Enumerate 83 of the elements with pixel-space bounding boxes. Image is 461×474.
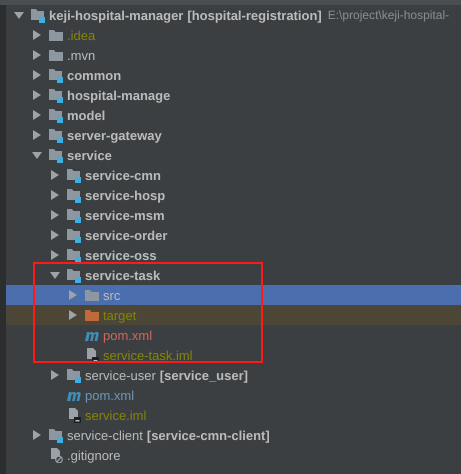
module-name: [service_user] [160, 368, 248, 382]
tree-item[interactable]: service-task [6, 265, 461, 285]
tree-label: service-task.iml [103, 348, 193, 362]
folder-icon [48, 27, 64, 43]
tree-label: service-hosp [85, 188, 166, 202]
module-folder-icon [66, 367, 82, 383]
project-path: E:\project\keji-hospital- [328, 8, 450, 22]
tree-label: .gitignore [67, 448, 120, 462]
tree-label: pom.xml [103, 328, 152, 342]
expand-arrow-icon[interactable] [50, 190, 60, 200]
tree-item[interactable]: service-oss [6, 245, 461, 265]
module-folder-icon [30, 7, 46, 23]
expand-arrow-icon[interactable] [50, 210, 60, 220]
expand-arrow-icon[interactable] [50, 170, 60, 180]
module-folder-icon [48, 67, 64, 83]
module-folder-icon [66, 167, 82, 183]
tree-item[interactable]: service [6, 145, 461, 165]
expand-arrow-icon[interactable] [50, 370, 60, 380]
module-folder-icon [48, 127, 64, 143]
tree-item[interactable]: service-order [6, 225, 461, 245]
tree-item[interactable]: service-msm [6, 205, 461, 225]
folder-icon [48, 47, 64, 63]
tree-label: .idea [67, 28, 96, 42]
expand-arrow-icon[interactable] [68, 310, 78, 320]
tree-label: server-gateway [67, 128, 162, 142]
tree-label: service-task [85, 268, 160, 282]
tree-item[interactable]: pom.xml [6, 325, 461, 345]
expand-arrow-icon[interactable] [50, 230, 60, 240]
module-folder-icon [48, 427, 64, 443]
tree-item[interactable]: service-hosp [6, 185, 461, 205]
ignore-file-icon [48, 447, 64, 463]
tree-label: model [67, 108, 106, 122]
tree-item[interactable]: server-gateway [6, 125, 461, 145]
tree-label: pom.xml [85, 388, 134, 402]
tree-label: service [67, 148, 112, 162]
module-folder-icon [66, 227, 82, 243]
tree-item[interactable]: .mvn [6, 45, 461, 65]
tree-label: keji-hospital-manager [49, 8, 184, 22]
module-folder-icon [66, 207, 82, 223]
tree-label: target [103, 308, 136, 322]
expand-arrow-icon[interactable] [32, 110, 42, 120]
tree-item[interactable]: service-cmn [6, 165, 461, 185]
tree-label: service-oss [85, 248, 157, 262]
module-folder-icon [48, 87, 64, 103]
tree-item[interactable]: keji-hospital-manager [hospital-registration] E:\project\keji-hospital- [6, 5, 461, 25]
expand-arrow-icon[interactable] [32, 430, 42, 440]
file-icon [84, 347, 100, 363]
tree-label: .mvn [67, 48, 96, 62]
module-folder-icon [48, 147, 64, 163]
tree-label: service-msm [85, 208, 164, 222]
collapse-arrow-icon[interactable] [14, 10, 24, 20]
expand-arrow-icon[interactable] [32, 70, 42, 80]
tree-item[interactable]: service-user [service_user] [6, 365, 461, 385]
module-name: [hospital-registration] [187, 8, 322, 22]
folder-icon [84, 287, 100, 303]
tree-item[interactable]: common [6, 65, 461, 85]
expand-arrow-icon[interactable] [32, 30, 42, 40]
tree-label: service-order [85, 228, 168, 242]
expand-arrow-icon[interactable] [50, 250, 60, 260]
module-folder-icon [66, 267, 82, 283]
tree-item[interactable]: service-client [service-cmn-client] [6, 425, 461, 445]
file-icon [66, 407, 82, 423]
tree-label: hospital-manage [67, 88, 170, 102]
module-name: [service-cmn-client] [146, 428, 270, 442]
tree-item[interactable]: pom.xml [6, 385, 461, 405]
tree-label: service-cmn [85, 168, 161, 182]
tree-label: src [103, 288, 120, 302]
tree-item[interactable]: hospital-manage [6, 85, 461, 105]
expand-arrow-icon[interactable] [32, 90, 42, 100]
tree-label: service.iml [85, 408, 146, 422]
module-folder-icon [66, 187, 82, 203]
tree-label: service-client [67, 428, 143, 442]
tree-label: common [67, 68, 122, 82]
tree-item[interactable]: model [6, 105, 461, 125]
tree-label: service-user [85, 368, 156, 382]
collapse-arrow-icon[interactable] [50, 270, 60, 280]
module-folder-icon [66, 247, 82, 263]
expand-arrow-icon[interactable] [32, 50, 42, 60]
collapse-arrow-icon[interactable] [32, 150, 42, 160]
module-folder-icon [48, 107, 64, 123]
folder-icon [84, 307, 100, 323]
tree-item[interactable]: .gitignore [6, 445, 461, 465]
expand-arrow-icon[interactable] [32, 130, 42, 140]
